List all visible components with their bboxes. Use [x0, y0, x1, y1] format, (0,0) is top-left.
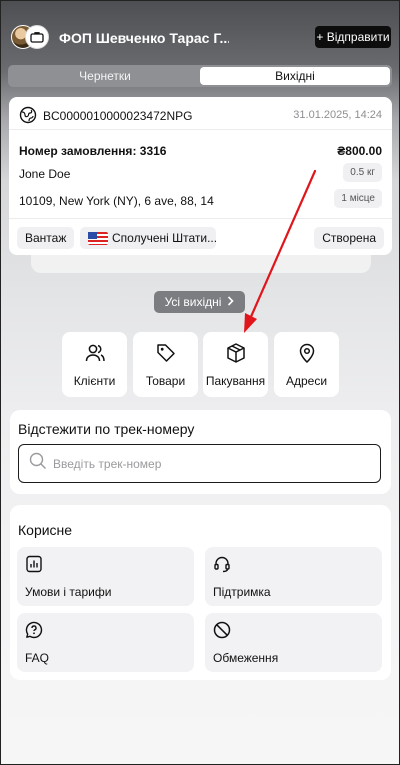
globe-icon — [19, 106, 37, 129]
tile-label: Товари — [145, 374, 186, 388]
send-button[interactable]: + Відправити — [315, 26, 391, 48]
support-tile[interactable]: Підтримка — [205, 547, 382, 606]
all-outgoing-button[interactable]: Усі вихідні — [154, 291, 245, 313]
search-icon — [29, 452, 47, 475]
addresses-tile[interactable]: Адреси — [274, 332, 339, 397]
cargo-type-chip: Вантаж — [17, 227, 75, 249]
track-title: Відстежити по трек-номеру — [18, 421, 195, 437]
country-chip: Сполучені Штати... — [80, 227, 216, 249]
header: ФОП Шевченко Тарас Г... + Відправити — [1, 1, 399, 61]
tabs: Чернетки Вихідні — [8, 65, 392, 87]
briefcase-icon — [25, 25, 49, 49]
tile-label: Пакування — [205, 374, 266, 388]
map-pin-icon — [296, 342, 318, 367]
recipient-name: Jone Doe — [19, 167, 71, 181]
tile-label: Клієнти — [73, 374, 116, 388]
chart-icon — [25, 555, 43, 576]
packaging-tile[interactable]: Пакування — [203, 332, 268, 397]
divider — [9, 218, 392, 219]
users-icon — [84, 342, 106, 367]
order-number: Номер замовлення: 3316 — [19, 144, 167, 158]
weight-badge: 0.5 кг — [343, 163, 382, 182]
headset-icon — [213, 556, 231, 576]
tile-label: Адреси — [285, 374, 328, 388]
order-card[interactable]: BC0000010000023472NPG 31.01.2025, 14:24 … — [9, 97, 392, 255]
recipient-address: 10109, New York (NY), 6 ave, 88, 14 — [19, 194, 214, 208]
tile-label: Обмеження — [213, 651, 279, 665]
all-outgoing-label: Усі вихідні — [164, 295, 222, 309]
question-icon — [25, 621, 43, 642]
places-badge: 1 місце — [334, 189, 382, 208]
order-date: 31.01.2025, 14:24 — [293, 109, 382, 121]
tile-label: Підтримка — [213, 585, 271, 599]
account-avatars[interactable] — [11, 25, 49, 51]
status-badge: Створена — [314, 227, 384, 249]
app-screen: ФОП Шевченко Тарас Г... + Відправити Чер… — [0, 0, 400, 765]
track-number-input[interactable] — [53, 456, 353, 471]
useful-section: Корисне Умови і тарифи Підтримка FAQ Обм… — [10, 505, 391, 680]
us-flag-icon — [88, 231, 108, 245]
useful-title: Корисне — [18, 522, 73, 538]
tile-label: Умови і тарифи — [25, 585, 112, 599]
terms-tariffs-tile[interactable]: Умови і тарифи — [17, 547, 194, 606]
order-price: ₴800.00 — [337, 144, 382, 158]
clients-tile[interactable]: Клієнти — [62, 332, 127, 397]
track-section: Відстежити по трек-номеру — [10, 410, 391, 494]
tag-icon — [155, 342, 177, 367]
store-name[interactable]: ФОП Шевченко Тарас Г... — [59, 30, 229, 46]
divider — [9, 129, 392, 130]
restrictions-tile[interactable]: Обмеження — [205, 613, 382, 672]
tracking-number: BC0000010000023472NPG — [43, 109, 193, 123]
prohibited-icon — [213, 621, 231, 642]
box-icon — [225, 342, 247, 367]
tab-outgoing[interactable]: Вихідні — [200, 67, 390, 85]
country-name: Сполучені Штати... — [112, 231, 216, 245]
chevron-right-icon — [227, 295, 235, 309]
card-stack-shadow — [31, 255, 371, 273]
products-tile[interactable]: Товари — [133, 332, 198, 397]
track-search-box[interactable] — [18, 444, 381, 483]
tab-drafts[interactable]: Чернетки — [10, 67, 200, 85]
tile-label: FAQ — [25, 651, 50, 665]
faq-tile[interactable]: FAQ — [17, 613, 194, 672]
